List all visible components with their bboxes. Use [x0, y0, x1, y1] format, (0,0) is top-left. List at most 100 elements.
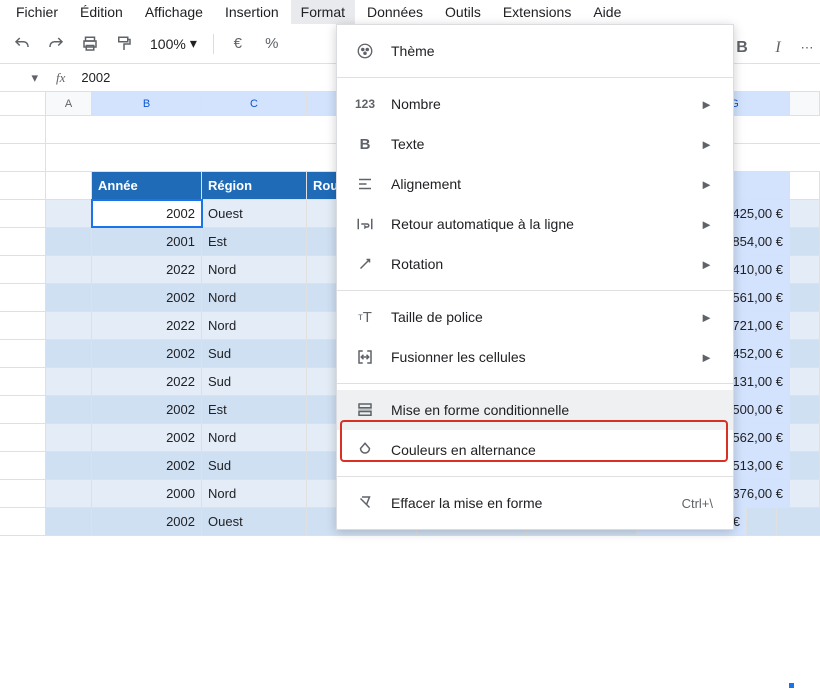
condfmt-icon [353, 401, 377, 419]
currency-button[interactable]: € [224, 30, 252, 58]
more-button[interactable]: ⋯ [800, 34, 814, 62]
row-header[interactable] [0, 508, 46, 535]
menu-format[interactable]: Format [291, 0, 355, 24]
cell-annee[interactable]: 2002 [92, 452, 202, 479]
cell-annee[interactable]: 2001 [92, 228, 202, 255]
undo-button[interactable] [8, 30, 36, 58]
cell-region[interactable]: Ouest [202, 200, 307, 227]
col-header-c[interactable]: C [202, 92, 307, 115]
menu-item-label: Fusionner les cellules [391, 349, 700, 365]
menu-item-label: Retour automatique à la ligne [391, 216, 700, 232]
row-header[interactable] [0, 396, 46, 423]
col-header-a[interactable]: A [46, 92, 92, 115]
cell-region[interactable]: Nord [202, 480, 307, 507]
cell-region[interactable]: Nord [202, 312, 307, 339]
italic-button[interactable]: I [764, 34, 792, 62]
col-header-b[interactable]: B [92, 92, 202, 115]
cell-region[interactable]: Est [202, 396, 307, 423]
cell-region[interactable]: Sud [202, 452, 307, 479]
menu-item-fontsize[interactable]: тT Taille de police► [337, 297, 733, 337]
menu-aide[interactable]: Aide [583, 0, 631, 24]
redo-button[interactable] [42, 30, 70, 58]
menu-item-label: Taille de police [391, 309, 700, 325]
header-annee[interactable]: Année [92, 172, 202, 199]
cell-annee[interactable]: 2022 [92, 256, 202, 283]
chevron-down-icon: ▾ [190, 35, 197, 52]
print-button[interactable] [76, 30, 104, 58]
menu-item-label: Mise en forme conditionnelle [391, 402, 713, 418]
menu-item-label: Effacer la mise en forme [391, 495, 682, 511]
cell-annee[interactable]: 2002 [92, 508, 202, 535]
cell-region[interactable]: Sud [202, 340, 307, 367]
menu-item-theme[interactable]: Thème [337, 31, 733, 71]
row-header[interactable] [0, 228, 46, 255]
menu-item-condfmt[interactable]: Mise en forme conditionnelle [337, 390, 733, 430]
menu-item-altcolor[interactable]: Couleurs en alternance [337, 430, 733, 470]
paint-format-button[interactable] [110, 30, 138, 58]
cell-region[interactable]: Nord [202, 424, 307, 451]
cell-annee[interactable]: 2002 [92, 284, 202, 311]
row-header[interactable] [0, 312, 46, 339]
menu-affichage[interactable]: Affichage [135, 0, 213, 24]
cell-region[interactable]: Nord [202, 256, 307, 283]
shortcut: Ctrl+\ [682, 496, 713, 511]
menu-separator [337, 476, 733, 477]
format-menu-dropdown: Thème123Nombre►BTexte►Alignement►Retour … [336, 24, 734, 530]
menubar: Fichier Édition Affichage Insertion Form… [0, 0, 820, 24]
cell-region[interactable]: Ouest [202, 508, 307, 535]
row-header[interactable] [0, 452, 46, 479]
menu-fichier[interactable]: Fichier [6, 0, 68, 24]
wrap-icon [353, 215, 377, 233]
row-header[interactable] [0, 424, 46, 451]
submenu-arrow-icon: ► [700, 177, 713, 192]
menu-item-clear[interactable]: Effacer la mise en formeCtrl+\ [337, 483, 733, 523]
row-header[interactable] [0, 368, 46, 395]
percent-button[interactable]: % [258, 30, 286, 58]
menu-item-align[interactable]: Alignement► [337, 164, 733, 204]
cell-annee[interactable]: 2002 [92, 396, 202, 423]
row-header[interactable] [0, 284, 46, 311]
cell-annee[interactable]: 2000 [92, 480, 202, 507]
header-region[interactable]: Région [202, 172, 307, 199]
bold-icon: B [353, 136, 377, 153]
row-header[interactable] [0, 172, 46, 199]
cell-annee[interactable]: 2002 [92, 200, 202, 227]
cell-annee[interactable]: 2022 [92, 312, 202, 339]
row-header[interactable] [0, 480, 46, 507]
fontsize-icon: тT [353, 309, 377, 326]
name-box[interactable]: ▾ [0, 70, 46, 86]
menu-item-number[interactable]: 123Nombre► [337, 84, 733, 124]
cell-region[interactable]: Nord [202, 284, 307, 311]
merge-icon [353, 348, 377, 366]
menu-item-label: Alignement [391, 176, 700, 192]
cell-annee[interactable]: 2002 [92, 340, 202, 367]
row-header[interactable] [0, 200, 46, 227]
menu-insertion[interactable]: Insertion [215, 0, 289, 24]
row-header[interactable] [0, 340, 46, 367]
submenu-arrow-icon: ► [700, 350, 713, 365]
toolbar-right: B I ⋯ [728, 28, 814, 68]
cell-annee[interactable]: 2002 [92, 424, 202, 451]
menu-donnees[interactable]: Données [357, 0, 433, 24]
cell-region[interactable]: Est [202, 228, 307, 255]
menu-item-label: Thème [391, 43, 713, 59]
submenu-arrow-icon: ► [700, 310, 713, 325]
theme-icon [353, 42, 377, 60]
menu-item-bold[interactable]: BTexte► [337, 124, 733, 164]
menu-edition[interactable]: Édition [70, 0, 133, 24]
submenu-arrow-icon: ► [700, 97, 713, 112]
menu-item-wrap[interactable]: Retour automatique à la ligne► [337, 204, 733, 244]
col-header-h[interactable] [790, 92, 820, 115]
select-all-corner[interactable] [0, 92, 46, 115]
cell-annee[interactable]: 2022 [92, 368, 202, 395]
menu-item-merge[interactable]: Fusionner les cellules► [337, 337, 733, 377]
menu-item-rotate[interactable]: Rotation► [337, 244, 733, 284]
menu-item-label: Couleurs en alternance [391, 442, 713, 458]
zoom-dropdown[interactable]: 100%▾ [144, 35, 203, 52]
menu-extensions[interactable]: Extensions [493, 0, 581, 24]
selection-handle[interactable] [788, 682, 795, 689]
menu-outils[interactable]: Outils [435, 0, 491, 24]
cell-region[interactable]: Sud [202, 368, 307, 395]
menu-separator [337, 383, 733, 384]
row-header[interactable] [0, 256, 46, 283]
